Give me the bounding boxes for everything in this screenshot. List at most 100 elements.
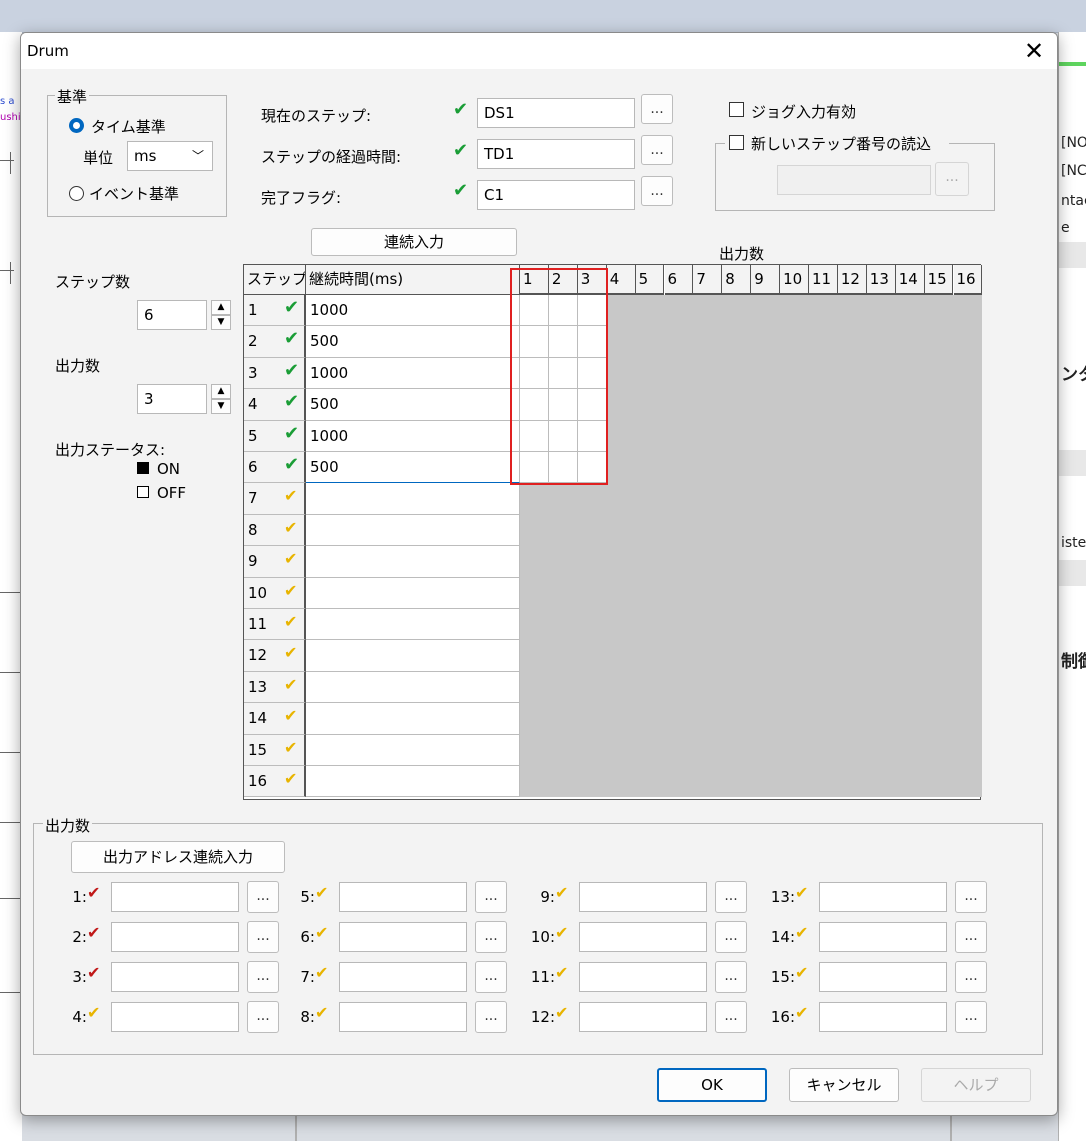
- done-flag-label: 完了フラグ:: [261, 189, 342, 207]
- output-count-label: 出力数: [55, 357, 101, 375]
- output-address-input[interactable]: [579, 922, 707, 952]
- output-address-input[interactable]: [339, 1002, 467, 1032]
- continuous-input-button[interactable]: 連続入力: [311, 228, 517, 256]
- step-number-cell: 13 ✔: [244, 671, 306, 704]
- output-label: 15:: [770, 968, 795, 986]
- duration-cell[interactable]: [306, 609, 520, 641]
- background-row: [1059, 450, 1086, 476]
- check-icon: ✔: [87, 963, 101, 982]
- output-address-input[interactable]: [339, 962, 467, 992]
- output-label: 7:: [300, 968, 315, 986]
- output-address-input[interactable]: [111, 962, 239, 992]
- output-address-input[interactable]: [111, 1002, 239, 1032]
- background-label: ンタ: [1061, 365, 1086, 385]
- unit-value: ms: [134, 147, 157, 165]
- check-icon: ✔: [453, 140, 469, 161]
- duration-cell[interactable]: [306, 640, 520, 672]
- event-basis-radio[interactable]: [69, 186, 84, 201]
- duration-cell[interactable]: [306, 546, 520, 578]
- time-basis-radio[interactable]: [69, 118, 84, 133]
- output-address-browse-button[interactable]: ...: [955, 1001, 987, 1033]
- output-address-browse-button[interactable]: ...: [715, 881, 747, 913]
- duration-cell[interactable]: 1000: [306, 357, 520, 390]
- elapsed-time-browse-button[interactable]: ...: [641, 135, 673, 165]
- duration-cell[interactable]: 1000: [306, 295, 520, 327]
- duration-cell[interactable]: 500: [306, 326, 520, 358]
- output-address-browse-button[interactable]: ...: [475, 921, 507, 953]
- duration-cell[interactable]: [306, 734, 520, 766]
- step-number-cell: 15 ✔: [244, 734, 306, 766]
- output-count-down[interactable]: ▼: [211, 399, 231, 414]
- output-address-browse-button[interactable]: ...: [475, 881, 507, 913]
- current-step-input[interactable]: DS1: [477, 98, 635, 128]
- ok-button[interactable]: OK: [657, 1068, 767, 1102]
- output-column-header: 5: [635, 265, 665, 295]
- new-step-checkbox[interactable]: [729, 135, 744, 150]
- jog-input-checkbox[interactable]: [729, 102, 744, 117]
- check-icon: ✔: [555, 1003, 569, 1022]
- step-count-up[interactable]: ▲: [211, 300, 231, 315]
- output-address-browse-button[interactable]: ...: [955, 881, 987, 913]
- output-count-up[interactable]: ▲: [211, 384, 231, 399]
- close-button[interactable]: ✕: [1019, 36, 1049, 66]
- check-icon: ✔: [284, 769, 298, 788]
- step-number-cell: 7 ✔: [244, 483, 306, 515]
- step-number-cell: 4 ✔: [244, 389, 306, 421]
- output-address-browse-button[interactable]: ...: [955, 961, 987, 993]
- duration-cell[interactable]: 500: [306, 452, 520, 484]
- check-icon: ✔: [284, 297, 300, 318]
- check-icon: ✔: [453, 180, 469, 201]
- output-label: 2:: [72, 928, 87, 946]
- output-address-continuous-button[interactable]: 出力アドレス連続入力: [71, 841, 285, 873]
- output-label: 9:: [540, 888, 555, 906]
- output-address-browse-button[interactable]: ...: [715, 921, 747, 953]
- output-address-input[interactable]: [111, 882, 239, 912]
- check-icon: ✔: [315, 923, 329, 942]
- background-app-right-pane: [NO [NC] ntac e ンタ iste 制御: [1058, 32, 1086, 1141]
- duration-cell[interactable]: [306, 514, 520, 547]
- done-flag-input[interactable]: C1: [477, 180, 635, 210]
- output-address-browse-button[interactable]: ...: [715, 1001, 747, 1033]
- output-count-input[interactable]: 3: [137, 384, 207, 414]
- step-count-down[interactable]: ▼: [211, 315, 231, 330]
- check-icon: ✔: [87, 1003, 101, 1022]
- output-address-input[interactable]: [819, 922, 947, 952]
- step-number-cell: 14 ✔: [244, 703, 306, 735]
- output-address-input[interactable]: [579, 962, 707, 992]
- output-column-header: 7: [693, 265, 723, 295]
- duration-cell[interactable]: [306, 671, 520, 704]
- step-number-cell: 10 ✔: [244, 577, 306, 609]
- duration-cell[interactable]: [306, 703, 520, 735]
- step-count-input[interactable]: 6: [137, 300, 207, 330]
- output-address-input[interactable]: [819, 1002, 947, 1032]
- duration-cell[interactable]: [306, 483, 520, 515]
- cancel-button[interactable]: キャンセル: [789, 1068, 899, 1102]
- output-address-browse-button[interactable]: ...: [715, 961, 747, 993]
- duration-cell[interactable]: 500: [306, 389, 520, 421]
- unit-select[interactable]: ms ﹀: [127, 141, 213, 171]
- duration-cell[interactable]: [306, 577, 520, 609]
- output-address-input[interactable]: [111, 922, 239, 952]
- output-address-input[interactable]: [579, 1002, 707, 1032]
- output-address-browse-button[interactable]: ...: [475, 961, 507, 993]
- output-address-browse-button[interactable]: ...: [475, 1001, 507, 1033]
- duration-cell[interactable]: [306, 766, 520, 798]
- output-label: 1:: [72, 888, 87, 906]
- elapsed-time-input[interactable]: TD1: [477, 139, 635, 169]
- output-address-input[interactable]: [579, 882, 707, 912]
- done-flag-browse-button[interactable]: ...: [641, 176, 673, 206]
- output-address-input[interactable]: [339, 922, 467, 952]
- output-address-input[interactable]: [819, 882, 947, 912]
- output-address-browse-button[interactable]: ...: [955, 921, 987, 953]
- progress-strip: [1059, 62, 1086, 66]
- check-icon: ✔: [315, 883, 329, 902]
- current-step-browse-button[interactable]: ...: [641, 94, 673, 124]
- output-label: 12:: [530, 1008, 555, 1026]
- output-label: 13:: [770, 888, 795, 906]
- output-column-header: 6: [664, 265, 694, 295]
- output-label: 4:: [72, 1008, 87, 1026]
- check-icon: ✔: [453, 99, 469, 120]
- output-address-input[interactable]: [819, 962, 947, 992]
- duration-cell[interactable]: 1000: [306, 420, 520, 452]
- output-address-input[interactable]: [339, 882, 467, 912]
